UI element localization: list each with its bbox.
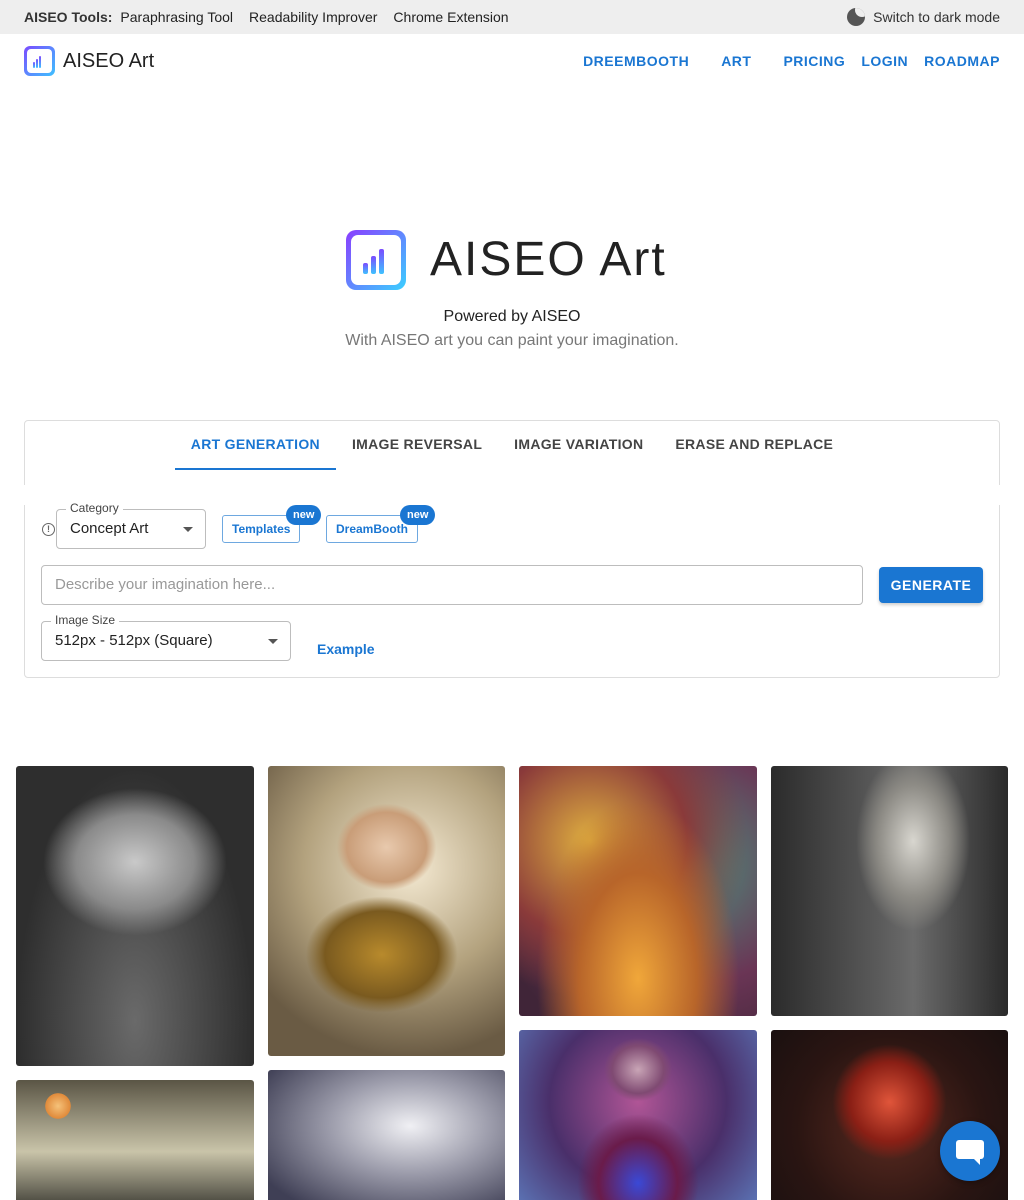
gallery-image[interactable] bbox=[771, 766, 1008, 1016]
image-size-label: Image Size bbox=[51, 613, 120, 627]
main-nav: DREEMBOOTH ART PRICING LOGIN ROADMAP bbox=[567, 53, 1000, 69]
nav-login[interactable]: LOGIN bbox=[861, 53, 908, 69]
gallery-image[interactable] bbox=[268, 766, 505, 1056]
templates-new-badge: new bbox=[286, 505, 322, 525]
category-label: Category bbox=[66, 501, 123, 515]
chevron-down-icon bbox=[268, 639, 278, 644]
nav-dreembooth[interactable]: DREEMBOOTH bbox=[583, 53, 689, 69]
tools-bar-lead: AISEO Tools: bbox=[24, 9, 113, 25]
tool-link-readability[interactable]: Readability Improver bbox=[249, 9, 377, 25]
gallery-image[interactable] bbox=[16, 766, 254, 1066]
image-size-select[interactable]: Image Size 512px - 512px (Square) bbox=[41, 613, 291, 661]
hero-logo-icon bbox=[346, 230, 406, 290]
gallery-image[interactable] bbox=[16, 1080, 254, 1200]
nav-art[interactable]: ART bbox=[721, 53, 751, 69]
category-select[interactable]: Category Concept Art bbox=[56, 501, 206, 549]
nav-roadmap[interactable]: ROADMAP bbox=[924, 53, 1000, 69]
aiseo-logo-icon bbox=[24, 46, 55, 76]
imagination-input[interactable]: Describe your imagination here... bbox=[41, 565, 863, 605]
tools-bar: AISEO Tools: Paraphrasing Tool Readabili… bbox=[0, 0, 1024, 34]
moon-icon bbox=[847, 8, 866, 26]
chat-launcher-button[interactable] bbox=[940, 1121, 1000, 1181]
info-icon[interactable]: ! bbox=[42, 523, 55, 536]
hero-title: AISEO Art bbox=[430, 233, 667, 286]
image-size-value: 512px - 512px (Square) bbox=[55, 632, 213, 649]
brand-link[interactable]: AISEO Art bbox=[24, 46, 154, 76]
dark-mode-toggle[interactable]: Switch to dark mode bbox=[847, 8, 1000, 26]
dark-mode-label: Switch to dark mode bbox=[873, 9, 1000, 25]
tab-panel-divider bbox=[24, 485, 1002, 505]
tool-link-chrome-extension[interactable]: Chrome Extension bbox=[393, 9, 508, 25]
example-link[interactable]: Example bbox=[317, 641, 375, 657]
gallery-image[interactable] bbox=[268, 1070, 505, 1200]
hero-tagline: With AISEO art you can paint your imagin… bbox=[345, 332, 679, 349]
dreambooth-new-badge: new bbox=[400, 505, 436, 525]
tab-image-reversal[interactable]: IMAGE REVERSAL bbox=[336, 421, 498, 469]
brand-name: AISEO Art bbox=[63, 49, 155, 72]
site-header: AISEO Art DREEMBOOTH ART PRICING LOGIN R… bbox=[0, 34, 1024, 88]
powered-by: Powered by AISEO bbox=[443, 308, 581, 325]
gallery-image[interactable] bbox=[519, 1030, 757, 1200]
category-value: Concept Art bbox=[70, 520, 149, 537]
chevron-down-icon bbox=[183, 527, 193, 532]
tab-erase-and-replace[interactable]: ERASE AND REPLACE bbox=[659, 421, 849, 469]
tab-art-generation[interactable]: ART GENERATION bbox=[174, 421, 337, 470]
gallery-image[interactable] bbox=[519, 766, 757, 1016]
tool-tabs: ART GENERATION IMAGE REVERSAL IMAGE VARI… bbox=[25, 421, 999, 470]
nav-pricing[interactable]: PRICING bbox=[783, 53, 845, 69]
generator-card: ART GENERATION IMAGE REVERSAL IMAGE VARI… bbox=[24, 420, 1002, 678]
generate-button[interactable]: GENERATE bbox=[879, 567, 983, 603]
tab-image-variation[interactable]: IMAGE VARIATION bbox=[498, 421, 659, 469]
tool-link-paraphrasing[interactable]: Paraphrasing Tool bbox=[120, 9, 233, 25]
